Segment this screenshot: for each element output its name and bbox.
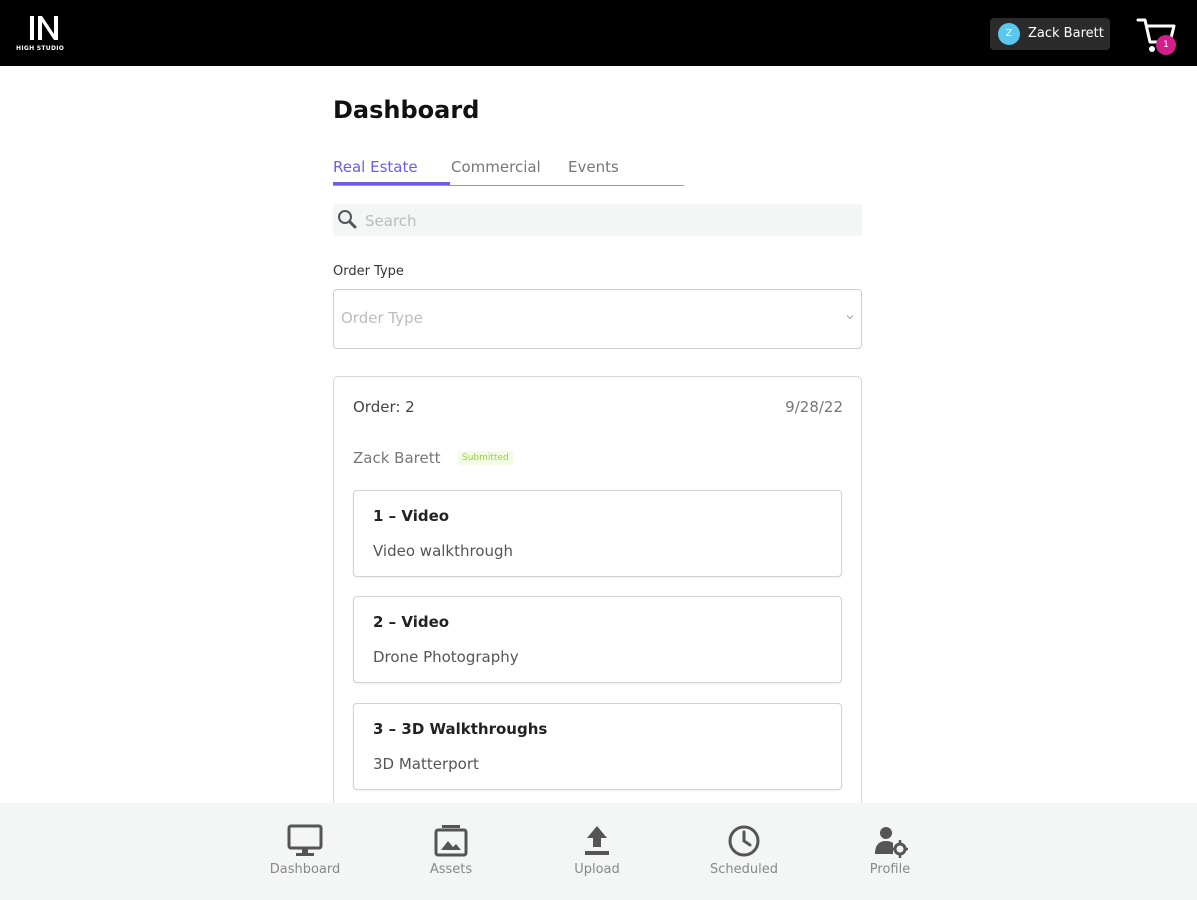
order-item-title: 2 – Video (373, 613, 450, 631)
bottom-nav: Dashboard Assets Upload Scheduled Profil… (0, 803, 1197, 900)
upload-icon (585, 826, 609, 855)
order-item-title: 3 – 3D Walkthroughs (373, 720, 548, 738)
order-item[interactable]: 3 – 3D Walkthroughs 3D Matterport (353, 703, 842, 790)
tab-events[interactable]: Events (568, 158, 619, 176)
nav-label: Dashboard (269, 862, 341, 877)
tab-real-estate[interactable]: Real Estate (333, 158, 418, 176)
order-item-title: 1 – Video (373, 507, 450, 525)
logo-text: HIGH STUDIO (16, 45, 65, 52)
order-item-description: 3D Matterport (373, 755, 479, 773)
order-item-description: Drone Photography (373, 648, 519, 666)
chevron-down-icon (846, 315, 854, 320)
order-type-placeholder: Order Type (341, 309, 423, 327)
nav-label: Scheduled (710, 862, 778, 877)
cart-button[interactable]: 1 (1136, 14, 1180, 58)
category-tabs: Real Estate Commercial Events (333, 156, 684, 186)
image-icon (434, 825, 468, 857)
monitor-icon (287, 824, 323, 856)
logo[interactable]: HIGH STUDIO (16, 14, 76, 56)
active-tab-indicator (333, 182, 450, 185)
user-name: Zack Barett (1028, 26, 1104, 41)
nav-dashboard[interactable]: Dashboard (250, 803, 360, 900)
avatar: Z (998, 23, 1020, 45)
status-badge: Submitted (458, 451, 513, 465)
nav-label: Profile (869, 862, 911, 877)
nav-scheduled[interactable]: Scheduled (689, 803, 799, 900)
user-menu-button[interactable]: Z Zack Barett (990, 18, 1110, 50)
top-bar: HIGH STUDIO Z Zack Barett 1 (0, 0, 1197, 66)
search-input[interactable] (363, 204, 857, 238)
tab-commercial[interactable]: Commercial (451, 158, 541, 176)
order-card[interactable]: Order: 2 9/28/22 Zack Barett Submitted 1… (333, 376, 862, 848)
search-bar (333, 204, 862, 238)
user-gear-icon (875, 827, 908, 858)
order-date: 9/28/22 (785, 398, 843, 416)
search-icon (338, 210, 357, 229)
order-customer: Zack Barett (353, 449, 441, 467)
order-item-description: Video walkthrough (373, 542, 514, 560)
order-item[interactable]: 1 – Video Video walkthrough (353, 490, 842, 577)
order-type-label: Order Type (333, 264, 404, 279)
logo-mark-icon (30, 16, 58, 40)
nav-label: Upload (574, 862, 620, 877)
order-item[interactable]: 2 – Video Drone Photography (353, 596, 842, 683)
nav-profile[interactable]: Profile (835, 803, 945, 900)
nav-label: Assets (429, 862, 473, 877)
order-number: Order: 2 (353, 398, 415, 416)
clock-icon (728, 825, 760, 857)
page-title: Dashboard (333, 96, 480, 124)
nav-upload[interactable]: Upload (542, 803, 652, 900)
order-type-select[interactable]: Order Type (333, 289, 862, 349)
nav-assets[interactable]: Assets (396, 803, 506, 900)
cart-count-badge: 1 (1156, 35, 1176, 55)
